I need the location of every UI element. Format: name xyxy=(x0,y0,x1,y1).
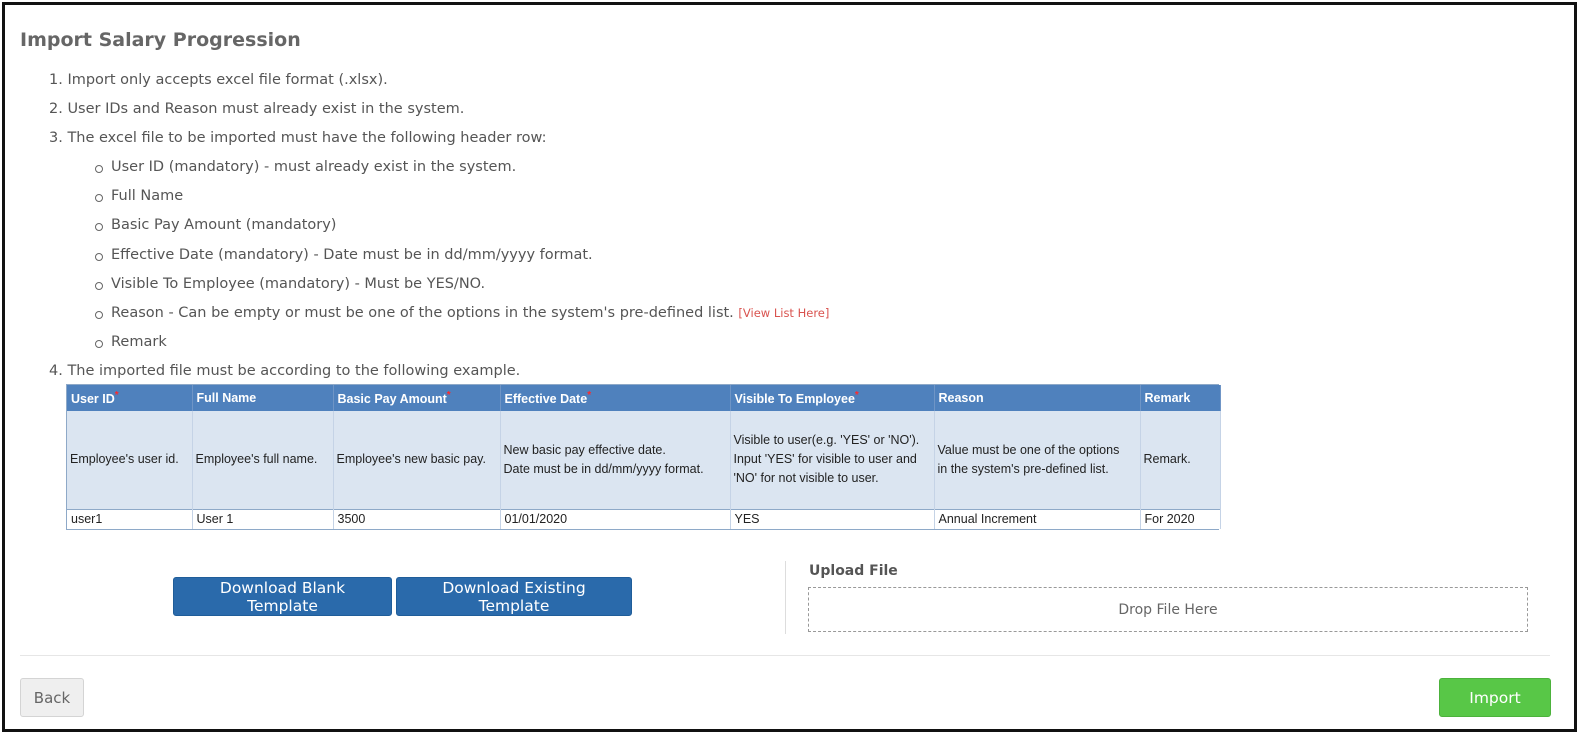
field-remark: Remark xyxy=(95,328,829,357)
desc-effective-date: New basic pay effective date. Date must b… xyxy=(500,411,731,509)
footer-divider xyxy=(20,655,1550,656)
section-divider xyxy=(785,561,786,634)
desc-full-name: Employee's full name. xyxy=(192,411,334,509)
upload-file-label: Upload File xyxy=(809,563,898,579)
instruction-step-4: 4. The imported file must be according t… xyxy=(49,363,521,380)
view-list-link[interactable]: [View List Here] xyxy=(738,306,829,320)
back-button[interactable]: Back xyxy=(20,678,84,717)
sample-full-name: User 1 xyxy=(192,508,334,529)
example-description-row: Employee's user id. Employee's full name… xyxy=(67,411,1221,509)
example-header-row: User ID* Full Name Basic Pay Amount* Eff… xyxy=(67,385,1221,411)
desc-visible: Visible to user(e.g. 'YES' or 'NO'). Inpu… xyxy=(730,411,935,509)
desc-reason: Value must be one of the options in the s… xyxy=(934,411,1141,509)
field-user-id: User ID (mandatory) - must already exist… xyxy=(95,153,829,182)
instruction-step-1: 1. Import only accepts excel file format… xyxy=(49,72,388,88)
example-table: User ID* Full Name Basic Pay Amount* Eff… xyxy=(66,384,1221,530)
header-field-list: User ID (mandatory) - must already exist… xyxy=(95,153,829,357)
download-blank-template-button[interactable]: Download Blank Template xyxy=(173,577,392,616)
sample-visible: YES xyxy=(730,508,935,529)
sample-remark: For 2020 xyxy=(1140,508,1221,529)
field-visible-to-employee: Visible To Employee (mandatory) - Must b… xyxy=(95,270,829,299)
sample-reason: Annual Increment xyxy=(934,508,1141,529)
desc-basic-pay: Employee's new basic pay. xyxy=(333,411,501,509)
field-reason-text: Reason - Can be empty or must be one of … xyxy=(111,305,734,322)
header-visible: Visible To Employee* xyxy=(730,385,935,411)
file-drop-zone[interactable]: Drop File Here xyxy=(808,587,1528,632)
example-sample-row: user1 User 1 3500 01/01/2020 YES Annual … xyxy=(67,508,1221,529)
instruction-step-3: 3. The excel file to be imported must ha… xyxy=(49,124,829,357)
instruction-step-3-text: 3. The excel file to be imported must ha… xyxy=(49,130,547,146)
header-full-name: Full Name xyxy=(192,385,334,411)
sample-basic-pay: 3500 xyxy=(333,508,501,529)
instruction-step-2: 2. User IDs and Reason must already exis… xyxy=(49,101,465,117)
field-basic-pay: Basic Pay Amount (mandatory) xyxy=(95,211,829,240)
header-user-id: User ID* xyxy=(67,385,193,411)
drop-zone-text: Drop File Here xyxy=(1118,601,1218,618)
header-remark: Remark xyxy=(1140,385,1221,411)
instruction-list: 1. Import only accepts excel file format… xyxy=(49,66,829,386)
field-full-name: Full Name xyxy=(95,182,829,211)
field-effective-date: Effective Date (mandatory) - Date must b… xyxy=(95,241,829,270)
header-reason: Reason xyxy=(934,385,1141,411)
desc-remark: Remark. xyxy=(1140,411,1221,509)
download-existing-template-button[interactable]: Download Existing Template xyxy=(396,577,632,616)
field-reason: Reason - Can be empty or must be one of … xyxy=(95,299,829,328)
page-title: Import Salary Progression xyxy=(20,29,301,51)
import-button[interactable]: Import xyxy=(1439,678,1551,717)
header-effective-date: Effective Date* xyxy=(500,385,731,411)
import-salary-page: Import Salary Progression 1. Import only… xyxy=(2,2,1577,732)
desc-user-id: Employee's user id. xyxy=(67,411,193,509)
sample-user-id: user1 xyxy=(67,508,193,529)
header-basic-pay: Basic Pay Amount* xyxy=(333,385,501,411)
sample-effective-date: 01/01/2020 xyxy=(500,508,731,529)
